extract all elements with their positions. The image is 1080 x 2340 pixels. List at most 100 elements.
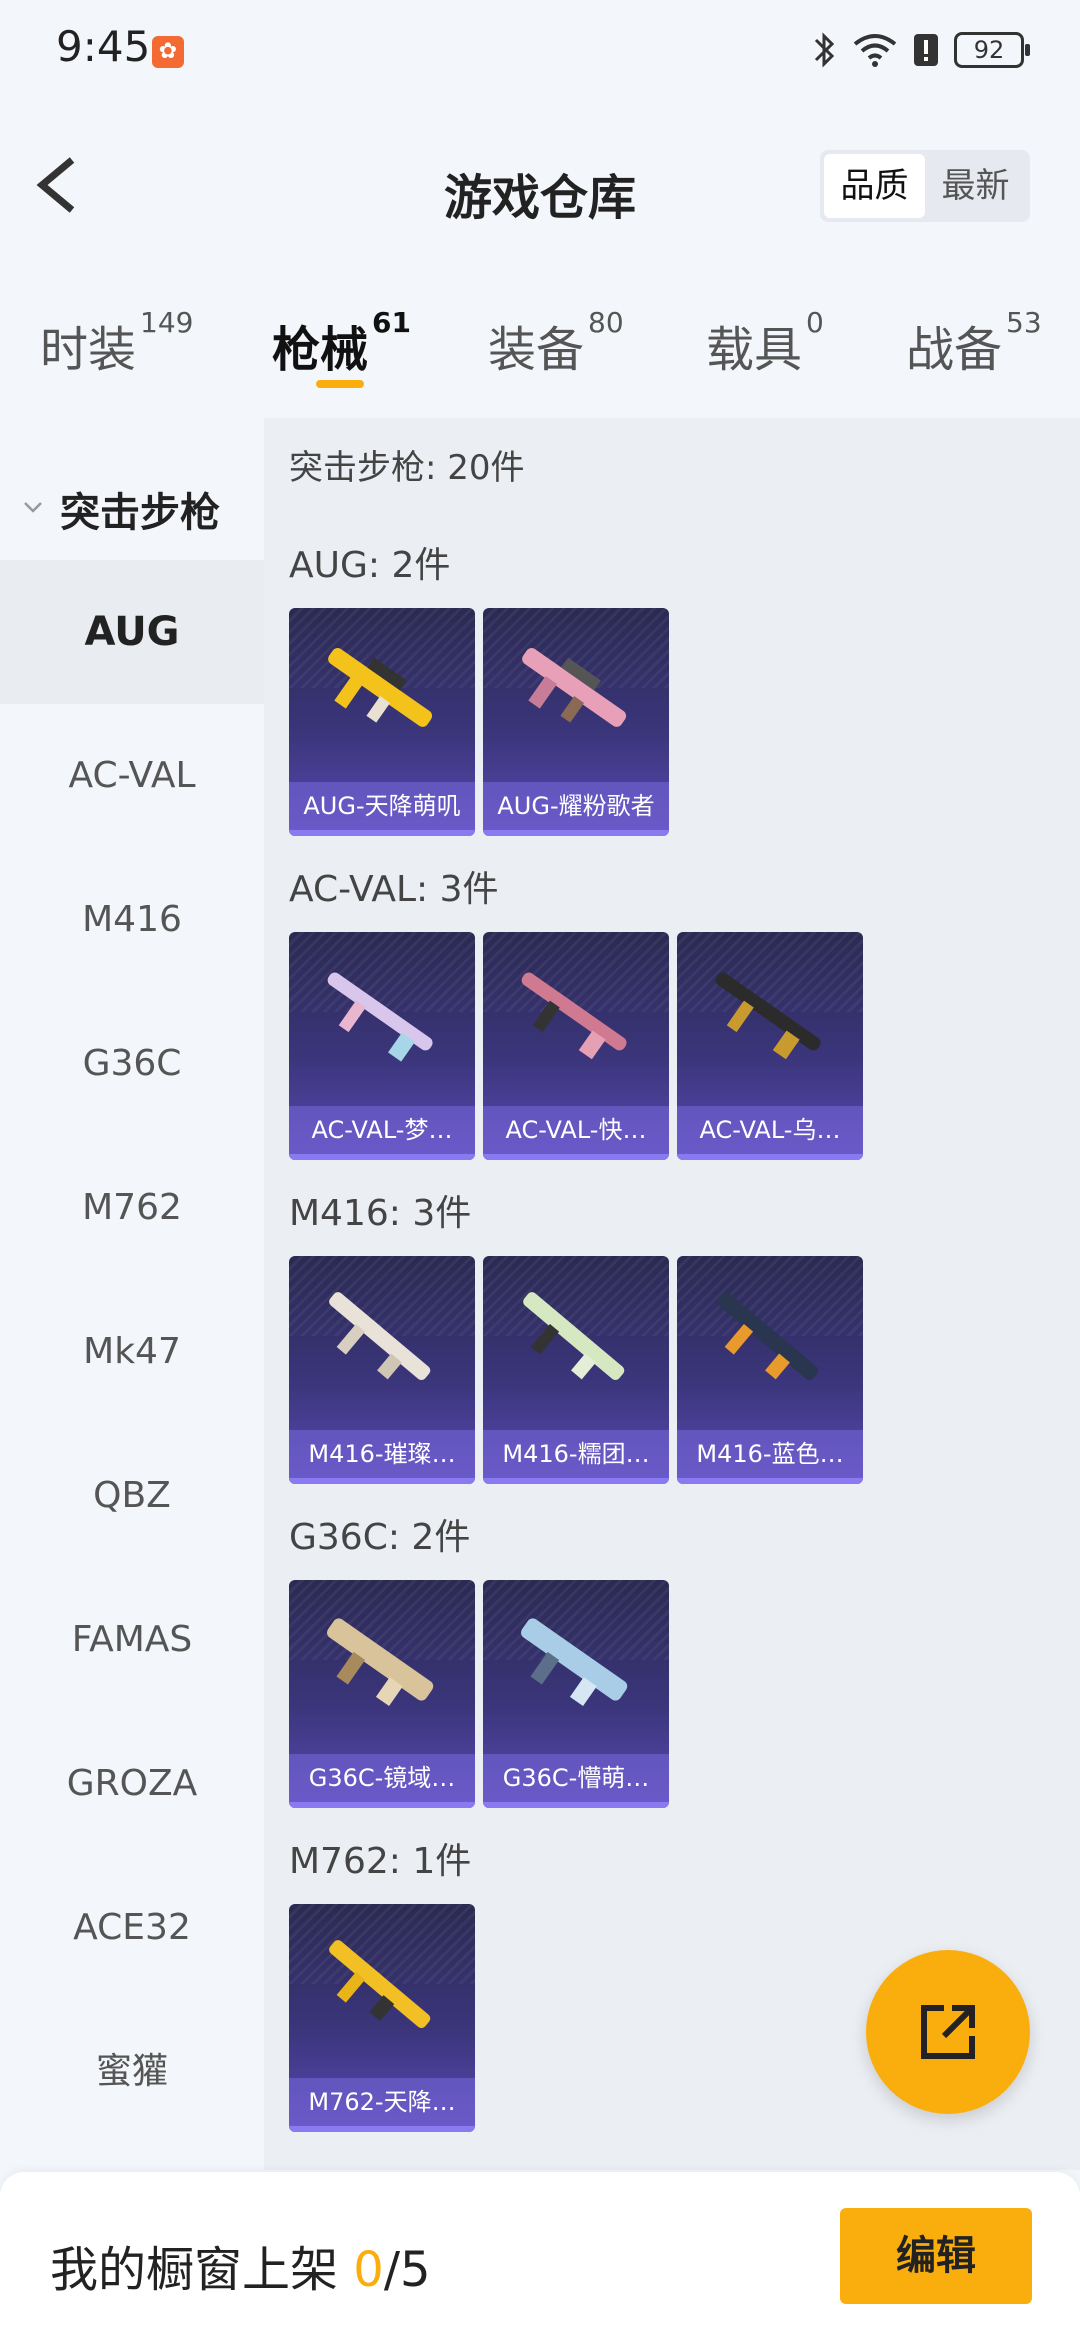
weapon-card[interactable]: M416-璀璨…	[289, 1256, 475, 1484]
weapon-card-name: M416-璀璨…	[289, 1430, 475, 1478]
status-bar: 9:45 ✿ 92	[0, 0, 1080, 100]
sidebar-item-qbz[interactable]: QBZ	[0, 1424, 264, 1568]
showcase-label: 我的橱窗上架	[50, 2242, 354, 2298]
tab-count: 0	[806, 306, 824, 339]
group-label: AUG: 2件	[289, 545, 451, 586]
tab-label: 载具	[706, 322, 803, 378]
card-accent-bar	[483, 1478, 669, 1484]
rifle-icon	[521, 972, 627, 1060]
sidebar-item-g36c[interactable]: G36C	[0, 992, 264, 1136]
rifle-icon	[521, 1618, 628, 1706]
chevron-down-icon	[24, 502, 42, 513]
sidebar-item-honey-badger[interactable]: 蜜獾	[0, 2000, 264, 2144]
card-accent-bar	[289, 1154, 475, 1160]
rifle-icon	[328, 648, 433, 727]
sort-latest-option[interactable]: 最新	[925, 154, 1026, 218]
showcase-total: /5	[383, 2242, 431, 2298]
rifle-icon	[522, 648, 627, 727]
card-accent-bar	[677, 1478, 863, 1484]
category-tabs: 时装 149 枪械 61 装备 80 载具 0 战备 53	[0, 300, 1080, 410]
weapon-card-name: M762-天降…	[289, 2078, 475, 2126]
sidebar-item-ac-val[interactable]: AC-VAL	[0, 704, 264, 848]
app-notification-icon: ✿	[152, 36, 184, 68]
tab-count: 53	[1006, 306, 1042, 339]
weapon-card-name: G36C-镜域…	[289, 1754, 475, 1802]
tab-active-indicator	[316, 380, 364, 388]
card-accent-bar	[289, 2126, 475, 2132]
rifle-icon	[523, 1292, 625, 1381]
sidebar-group-label: 突击步枪	[60, 490, 220, 536]
weapon-card-name: AC-VAL-梦…	[289, 1106, 475, 1154]
weapon-card-name: AUG-耀粉歌者	[483, 782, 669, 830]
external-link-icon	[921, 2005, 975, 2059]
tab-count: 149	[140, 306, 194, 339]
weapon-card[interactable]: AUG-天降萌叽	[289, 608, 475, 836]
bluetooth-icon	[814, 32, 835, 68]
sidebar-item-aug[interactable]: AUG	[0, 560, 264, 704]
sidebar-item-m416[interactable]: M416	[0, 848, 264, 992]
weapon-card-name: AC-VAL-快…	[483, 1106, 669, 1154]
rifle-icon	[327, 1618, 434, 1706]
weapon-card-name: AC-VAL-乌…	[677, 1106, 863, 1154]
sidebar-item-mk47[interactable]: Mk47	[0, 1280, 264, 1424]
sidebar-item-famas[interactable]: FAMAS	[0, 1568, 264, 1712]
weapon-card[interactable]: M416-糯团…	[483, 1256, 669, 1484]
weapon-list: 突击步枪: 20件 AUG: 2件 AUG-天降萌叽 AUG-耀粉歌者 AC-V…	[264, 418, 1080, 2170]
card-accent-bar	[289, 1478, 475, 1484]
tab-equipment[interactable]: 装备 80	[488, 306, 624, 380]
weapon-card-name: G36C-懵萌…	[483, 1754, 669, 1802]
edit-button[interactable]: 编辑	[840, 2208, 1032, 2304]
tab-count: 61	[372, 306, 411, 339]
tab-weapons[interactable]: 枪械 61	[272, 306, 411, 380]
showcase-bar: 我的橱窗上架 0/5 编辑	[0, 2172, 1080, 2340]
weapon-card[interactable]: AC-VAL-乌…	[677, 932, 863, 1160]
tab-fashion[interactable]: 时装 149	[40, 306, 193, 380]
status-time: 9:45	[56, 22, 151, 71]
rifle-icon	[327, 972, 433, 1062]
sidebar-group-assault-rifles[interactable]: 突击步枪	[0, 458, 264, 558]
weapon-card[interactable]: G36C-懵萌…	[483, 1580, 669, 1808]
rifle-icon	[717, 1292, 819, 1381]
card-accent-bar	[677, 1154, 863, 1160]
group-label: G36C: 2件	[289, 1517, 471, 1558]
weapon-card[interactable]: AUG-耀粉歌者	[483, 608, 669, 836]
sidebar-item-ace32[interactable]: ACE32	[0, 1856, 264, 2000]
tab-vehicles[interactable]: 载具 0	[706, 306, 824, 380]
card-accent-bar	[289, 1802, 475, 1808]
tab-label: 时装	[40, 322, 137, 378]
sort-toggle: 品质 最新	[820, 150, 1030, 222]
rifle-icon	[715, 972, 821, 1060]
section-total: 突击步枪: 20件	[289, 448, 525, 488]
tab-count: 80	[588, 306, 624, 339]
card-accent-bar	[483, 1802, 669, 1808]
tab-label: 战备	[906, 322, 1003, 378]
tab-label: 枪械	[272, 322, 369, 378]
share-fab[interactable]	[866, 1950, 1030, 2114]
alert-icon	[914, 34, 938, 66]
weapon-card-name: AUG-天降萌叽	[289, 782, 475, 830]
weapon-card[interactable]: AC-VAL-梦…	[289, 932, 475, 1160]
weapon-card-name: M416-糯团…	[483, 1430, 669, 1478]
tab-battle-gear[interactable]: 战备 53	[906, 306, 1042, 380]
rifle-icon	[329, 1940, 431, 2029]
card-accent-bar	[483, 1154, 669, 1160]
group-label: M416: 3件	[289, 1193, 472, 1234]
weapon-card-name: M416-蓝色…	[677, 1430, 863, 1478]
weapon-card[interactable]: M762-天降…	[289, 1904, 475, 2132]
card-accent-bar	[289, 830, 475, 836]
showcase-count: 0	[353, 2242, 384, 2298]
group-label-partial: Mk47: 1件	[289, 2160, 469, 2170]
weapon-card[interactable]: M416-蓝色…	[677, 1256, 863, 1484]
group-label: AC-VAL: 3件	[289, 869, 499, 910]
group-label: M762: 1件	[289, 1841, 472, 1882]
wifi-icon	[853, 34, 897, 67]
sidebar-item-groza[interactable]: GROZA	[0, 1712, 264, 1856]
header: 游戏仓库 品质 最新	[0, 120, 1080, 250]
showcase-status: 我的橱窗上架 0/5	[50, 2230, 431, 2300]
sidebar-item-m762[interactable]: M762	[0, 1136, 264, 1280]
sort-quality-option[interactable]: 品质	[824, 154, 925, 218]
weapon-card[interactable]: G36C-镜域…	[289, 1580, 475, 1808]
weapon-card[interactable]: AC-VAL-快…	[483, 932, 669, 1160]
card-accent-bar	[483, 830, 669, 836]
battery-indicator: 92	[954, 32, 1030, 68]
